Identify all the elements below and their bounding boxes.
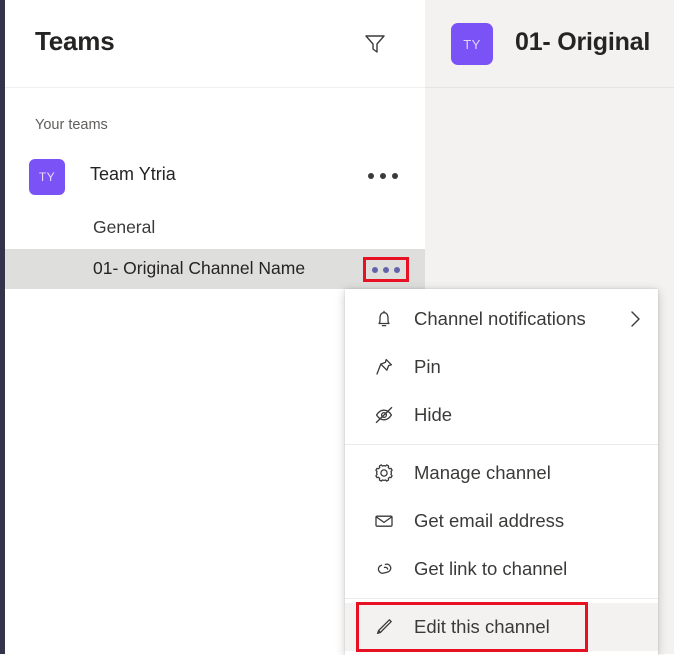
chevron-right-icon [624,308,646,335]
menu-item-label: Get link to channel [414,558,568,579]
pin-icon [367,355,401,379]
menu-item-get-email-address[interactable]: Get email address [345,497,658,545]
channel-label: 01- Original Channel Name [93,258,306,278]
your-teams-label: Your teams [35,117,108,133]
page-title: Teams [35,26,115,56]
menu-item-label: Edit this channel [414,616,550,637]
team-more-options-icon[interactable] [363,166,407,186]
team-name: Team Ytria [90,164,176,184]
menu-item-get-link-to-channel[interactable]: Get link to channel [345,545,658,593]
menu-item-manage-channel[interactable]: Manage channel [345,449,658,497]
team-avatar: TY [29,159,65,195]
channel-page-title: 01- Original [515,28,651,56]
channel-more-options-icon[interactable] [363,257,409,282]
menu-item-pin[interactable]: Pin [345,343,658,391]
menu-item-hide[interactable]: Hide [345,391,658,439]
sidebar-header: Teams [5,0,425,88]
channel-label: General [93,217,156,237]
menu-item-label: Hide [414,404,453,425]
link-icon [367,557,401,581]
sidebar-channel-general[interactable]: General [5,208,425,248]
menu-item-label: Channel notifications [414,308,586,329]
menu-item-channel-notifications[interactable]: Channel notifications [345,295,658,343]
sidebar-channel-selected[interactable]: 01- Original Channel Name [5,249,425,289]
filter-icon[interactable] [361,29,389,57]
envelope-icon [367,509,401,533]
gear-icon [367,461,401,485]
menu-item-label: Pin [414,356,441,377]
channel-team-avatar: TY [451,23,493,65]
hide-eye-icon [367,403,401,427]
bell-icon [367,307,401,331]
content-header: TY 01- Original [425,0,674,88]
channel-context-menu: Channel notifications Pin Hide Manage ch… [345,289,658,655]
menu-item-label: Manage channel [414,462,551,483]
menu-divider [345,444,658,445]
pencil-icon [367,615,401,639]
menu-divider [345,598,658,599]
menu-item-label: Get email address [414,510,565,531]
sidebar-team-row[interactable]: TY Team Ytria [5,152,425,200]
menu-item-edit-this-channel[interactable]: Edit this channel [345,602,658,652]
app-rail [0,0,5,654]
